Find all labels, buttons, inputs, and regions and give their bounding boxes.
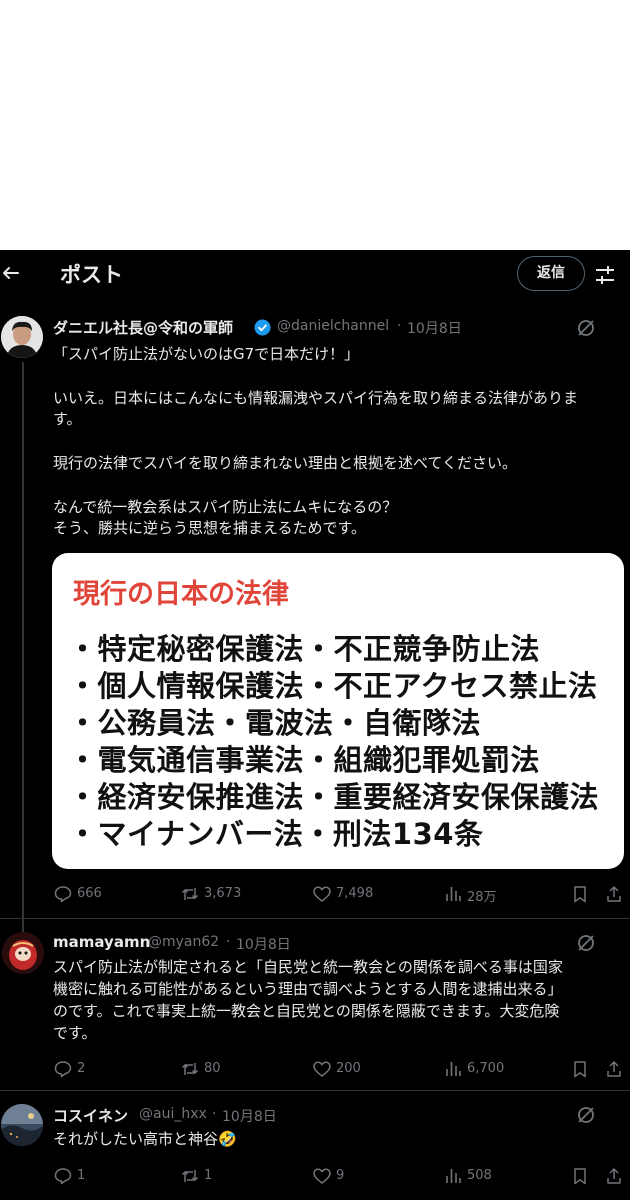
views-count: 508	[467, 1168, 492, 1183]
like-action[interactable]: 200	[312, 1059, 382, 1079]
law-item: ・マイナンバー法・刑法134条	[68, 817, 484, 851]
law-item: ・電気通信事業法・組織犯罪処罰法	[68, 743, 541, 777]
law-item: ・公務員法・電波法・自衛隊法	[68, 706, 482, 740]
repost-action[interactable]: 1	[180, 1166, 250, 1186]
thread-line	[22, 362, 24, 962]
card-title: 現行の日本の法律	[73, 579, 289, 610]
views-action[interactable]: 508	[443, 1166, 513, 1186]
reply-count: 666	[77, 886, 102, 901]
views-count: 6,700	[467, 1061, 505, 1076]
reply-text-line: スパイ防止法が制定されると「自民党と統一教会との関係を調べる事は国家	[53, 958, 563, 976]
reply-author-name[interactable]: mamayamn	[53, 933, 150, 951]
reply-text-line: それがしたい高市と神谷🤣	[53, 1130, 237, 1148]
like-action[interactable]: 9	[312, 1166, 382, 1186]
post-text-line: そう、勝共に逆らう思想を捕まえるためです。	[53, 519, 367, 537]
post-date[interactable]: 10月8日	[407, 318, 462, 338]
post-text-line: なんで統一教会系はスパイ防止法にムキになるの？	[53, 498, 398, 516]
like-count: 7,498	[336, 886, 374, 901]
like-icon	[313, 1168, 331, 1184]
post-handle[interactable]: @danielchannel	[277, 318, 389, 334]
back-arrow-icon[interactable]	[0, 260, 26, 286]
repost-action[interactable]: 3,673	[180, 884, 250, 904]
reply-icon	[54, 1168, 72, 1185]
reply-action[interactable]: 666	[53, 884, 113, 904]
reply-count: 1	[77, 1168, 86, 1183]
page-title: ポスト	[60, 263, 123, 287]
views-icon	[446, 1062, 461, 1076]
tune-icon[interactable]	[594, 264, 616, 286]
share-icon[interactable]	[604, 1059, 624, 1079]
divider	[0, 918, 630, 919]
views-count: 28万	[467, 890, 497, 905]
post-text-line: 現行の法律でスパイを取り締まれない理由と根拠を述べてください。	[53, 454, 517, 472]
repost-count: 80	[204, 1061, 221, 1076]
repost-count: 1	[204, 1168, 213, 1183]
post-text-line: す。	[53, 410, 82, 428]
blank-area	[0, 0, 630, 250]
reply-icon	[54, 1061, 72, 1078]
post-screen: ポスト 返信 ダニエル社長@令和の軍師 @danielchannel · 10月…	[0, 250, 630, 1200]
reply-handle[interactable]: @myan62	[148, 934, 219, 950]
top-bar: ポスト 返信	[0, 250, 630, 298]
bookmark-icon[interactable]	[570, 1059, 590, 1079]
repost-action[interactable]: 80	[180, 1059, 250, 1079]
post-text-line: 「スパイ防止法がないのはG7で日本だけ！」	[53, 345, 360, 363]
verified-badge-icon	[254, 319, 271, 336]
like-icon	[313, 1061, 331, 1077]
reply-author-name[interactable]: コスイネン	[53, 1105, 128, 1126]
bookmark-icon[interactable]	[570, 884, 590, 904]
repost-icon	[181, 1063, 199, 1075]
share-icon[interactable]	[604, 1166, 624, 1186]
repost-icon	[181, 888, 199, 900]
grok-icon[interactable]	[576, 318, 596, 338]
grok-icon[interactable]	[576, 933, 596, 953]
grok-icon[interactable]	[576, 1105, 596, 1125]
views-icon	[446, 887, 461, 901]
reply-date[interactable]: 10月8日	[222, 1106, 277, 1126]
like-action[interactable]: 7,498	[312, 884, 382, 904]
reply-text-line: です。	[53, 1024, 97, 1042]
bookmark-icon[interactable]	[570, 1166, 590, 1186]
daruma-avatar-icon	[2, 932, 44, 974]
post-dot: ·	[397, 318, 402, 334]
reply-text-line: 機密に触れる可能性があるという理由で調べようとする人間を逮捕出来る」	[53, 980, 563, 998]
reply-author-avatar[interactable]	[1, 1104, 43, 1146]
reply-text-line: のです。これで事実上統一教会と自民党との関係を隠蔽できます。大変危険	[53, 1002, 560, 1020]
reply-button[interactable]: 返信	[517, 256, 585, 291]
reply-dot: ·	[226, 934, 231, 950]
reply-handle[interactable]: @aui_hxx	[139, 1106, 207, 1122]
law-item: ・経済安保推進法・重要経済安保保護法	[68, 780, 600, 814]
reply-author-avatar[interactable]	[2, 932, 44, 974]
person-photo-icon	[1, 316, 43, 358]
reply-count: 2	[77, 1061, 86, 1076]
reply-action[interactable]: 1	[53, 1166, 113, 1186]
like-icon	[313, 886, 331, 902]
reply-action[interactable]: 2	[53, 1059, 113, 1079]
reply-icon	[54, 886, 72, 903]
like-count: 9	[336, 1168, 345, 1183]
reply-date[interactable]: 10月8日	[236, 934, 291, 954]
like-count: 200	[336, 1061, 361, 1076]
share-icon[interactable]	[604, 884, 624, 904]
reply-dot: ·	[212, 1106, 217, 1122]
repost-count: 3,673	[204, 886, 242, 901]
divider	[0, 1090, 630, 1091]
law-item: ・特定秘密保護法・不正競争防止法	[68, 632, 541, 666]
views-action[interactable]: 6,700	[443, 1059, 513, 1079]
author-avatar[interactable]	[1, 316, 43, 358]
post-author-name[interactable]: ダニエル社長@令和の軍師	[53, 317, 233, 338]
landscape-avatar-icon	[1, 1104, 43, 1146]
views-action[interactable]: 28万	[443, 884, 503, 905]
law-item: ・個人情報保護法・不正アクセス禁止法	[68, 669, 598, 703]
repost-icon	[181, 1170, 199, 1182]
post-text-line: いいえ。日本にはこんなにも情報漏洩やスパイ行為を取り締まる法律がありま	[53, 389, 579, 407]
views-icon	[446, 1169, 461, 1183]
law-list-image[interactable]: 現行の日本の法律 ・特定秘密保護法・不正競争防止法 ・個人情報保護法・不正アクセ…	[52, 553, 624, 869]
